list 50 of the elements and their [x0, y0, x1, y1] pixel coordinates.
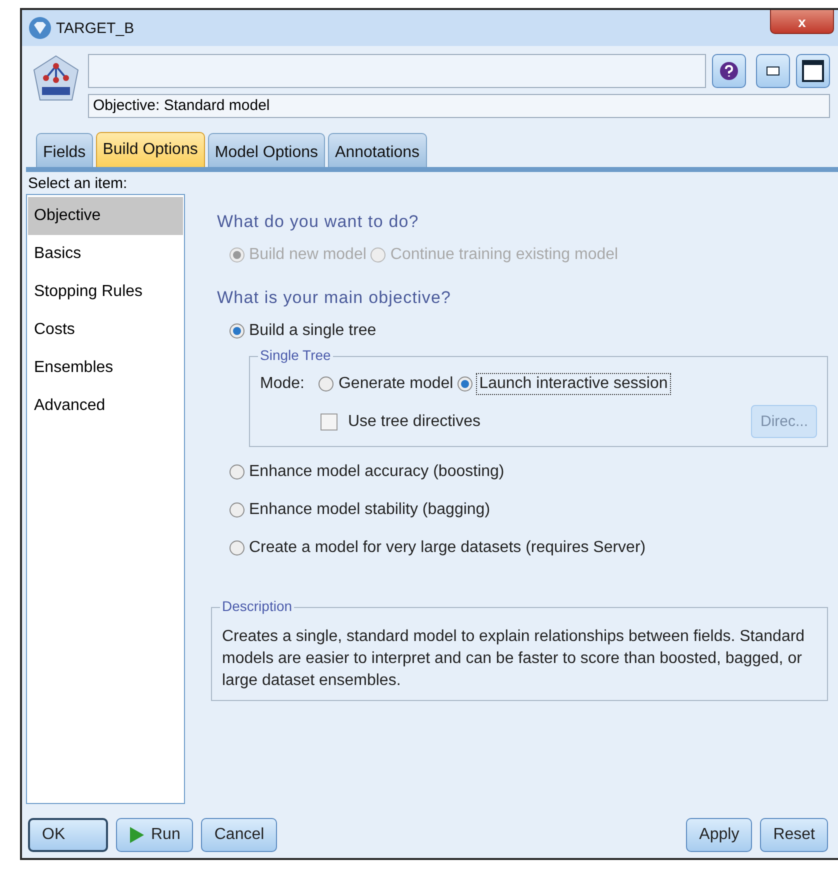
- section-heading: What do you want to do?: [217, 212, 420, 232]
- play-icon: [129, 826, 145, 844]
- window-title: TARGET_B: [56, 20, 136, 36]
- run-button[interactable]: Run: [116, 818, 194, 852]
- sidebar-item[interactable]: Advanced: [28, 387, 183, 425]
- option-label: Enhance model accuracy (boosting): [249, 463, 504, 481]
- description-text: Creates a single, standard model to explain relationships between fields. Standard models are easier to interpret and can be faster to score than boosted, bagged, or large dataset ensembles.: [222, 627, 806, 691]
- tab[interactable]: Build Options: [96, 132, 205, 167]
- radio-button[interactable]: [229, 323, 245, 339]
- section-heading: What is your main objective?: [217, 288, 452, 308]
- select-label: Select an item:: [27, 174, 128, 194]
- dialog-button[interactable]: Cancel: [201, 818, 278, 852]
- name-field[interactable]: [88, 54, 706, 88]
- radio-button[interactable]: [229, 540, 245, 556]
- option-label: Create a model for very large datasets (requires Server): [249, 539, 646, 557]
- option-label: Use tree directives: [348, 412, 480, 430]
- option-label: Build new model: [249, 246, 366, 264]
- mode-label: Mode:: [260, 375, 304, 393]
- option-label: Generate model: [338, 375, 454, 393]
- radio-button[interactable]: [229, 502, 245, 518]
- maximize-button[interactable]: [796, 54, 830, 88]
- sidebar-item[interactable]: Stopping Rules: [28, 273, 183, 311]
- sidebar-item[interactable]: Ensembles: [28, 349, 183, 387]
- objective-field: Objective: Standard model: [88, 94, 830, 118]
- option-label: Build a single tree: [249, 322, 376, 340]
- radio-button[interactable]: [229, 464, 245, 480]
- checkbox[interactable]: [320, 412, 338, 430]
- sidebar-item[interactable]: Costs: [28, 311, 183, 349]
- option-label: Launch interactive session: [477, 374, 670, 394]
- radio-button[interactable]: [457, 376, 474, 392]
- option-label: Enhance model stability (bagging): [249, 501, 490, 519]
- tab[interactable]: Model Options: [208, 133, 326, 167]
- tab[interactable]: Fields: [36, 133, 93, 167]
- help-icon: [719, 61, 739, 81]
- help-button[interactable]: [712, 54, 746, 88]
- tab[interactable]: Annotations: [328, 133, 427, 167]
- dialog-button[interactable]: Reset: [760, 818, 828, 852]
- close-button[interactable]: x: [770, 10, 834, 34]
- group-legend: Single Tree: [258, 347, 333, 363]
- dialog-button[interactable]: Apply: [686, 818, 752, 852]
- maximize-icon: [802, 60, 824, 82]
- radio-button[interactable]: [318, 376, 334, 392]
- dialog-button[interactable]: OK: [28, 818, 108, 852]
- minimize-button[interactable]: [756, 54, 790, 88]
- sidebar-item[interactable]: Basics: [28, 235, 183, 273]
- group-legend: Description: [220, 598, 294, 614]
- gem-icon: [28, 16, 52, 40]
- minimize-icon: [766, 66, 780, 76]
- sidebar-item[interactable]: Objective: [28, 197, 183, 235]
- option-label: Continue training existing model: [390, 246, 618, 264]
